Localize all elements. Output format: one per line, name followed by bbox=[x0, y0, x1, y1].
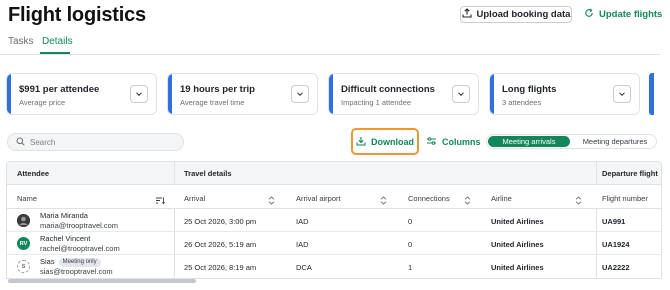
toggle-meeting-departures[interactable]: Meeting departures bbox=[574, 136, 656, 147]
column-header-name[interactable]: Name bbox=[17, 194, 37, 203]
attendee-name: Maria Miranda bbox=[40, 211, 88, 220]
attendee-name-group: Sias Meeting only bbox=[40, 257, 101, 267]
tab-bar: Tasks Details bbox=[0, 34, 660, 55]
airport-cell: IAD bbox=[296, 217, 309, 226]
column-header-airline[interactable]: Airline bbox=[491, 194, 512, 203]
column-header-arrival-airport[interactable]: Arrival airport bbox=[296, 194, 341, 203]
airline-cell: United Airlines bbox=[491, 263, 544, 272]
card-accent-bar bbox=[168, 74, 172, 114]
flight-number-cell: UA2222 bbox=[602, 263, 630, 272]
airline-cell: United Airlines bbox=[491, 240, 544, 249]
chevron-down-icon bbox=[296, 85, 304, 103]
search-box[interactable] bbox=[7, 133, 184, 151]
card-expand-button[interactable] bbox=[291, 85, 309, 103]
attendee-table: Attendee Travel details Departure flight… bbox=[6, 161, 662, 279]
search-input[interactable] bbox=[30, 137, 170, 147]
chevron-down-icon bbox=[457, 85, 465, 103]
card-expand-button[interactable] bbox=[452, 85, 470, 103]
update-flights-button[interactable]: Update flights bbox=[584, 6, 662, 23]
column-header-arrival[interactable]: Arrival bbox=[184, 194, 205, 203]
meeting-toggle: Meeting arrivals Meeting departures bbox=[486, 134, 657, 149]
group-travel-details: Travel details bbox=[184, 169, 232, 178]
card-subtitle: 3 attendees bbox=[502, 98, 542, 107]
update-button-label: Update flights bbox=[599, 9, 663, 20]
download-button[interactable]: Download bbox=[351, 128, 419, 155]
flight-number-cell: UA991 bbox=[602, 217, 626, 226]
chevron-down-icon bbox=[135, 85, 143, 103]
summary-card-connections[interactable]: Difficult connections Impacting 1 attend… bbox=[328, 73, 479, 115]
attendee-email: rachel@trooptravel.com bbox=[40, 244, 120, 253]
card-title: 19 hours per trip bbox=[180, 84, 255, 95]
arrival-cell: 25 Oct 2026, 3:00 pm bbox=[184, 217, 257, 226]
card-subtitle: Average price bbox=[19, 98, 66, 107]
chevron-down-icon bbox=[618, 85, 626, 103]
active-tab-indicator bbox=[40, 52, 70, 54]
card-title: Difficult connections bbox=[341, 84, 435, 95]
connections-cell: 1 bbox=[408, 263, 413, 272]
scrollbar-thumb[interactable] bbox=[8, 279, 196, 283]
columns-settings-icon bbox=[426, 136, 437, 148]
arrival-cell: 26 Oct 2026, 5:19 am bbox=[184, 240, 257, 249]
table-row[interactable]: Maria Miranda maria@trooptravel.com 25 O… bbox=[7, 209, 661, 232]
sort-updown-icon[interactable] bbox=[268, 192, 275, 210]
column-header-flight-number[interactable]: Flight number bbox=[602, 194, 648, 203]
summary-card-price[interactable]: $991 per attendee Average price bbox=[6, 73, 157, 115]
toggle-meeting-arrivals[interactable]: Meeting arrivals bbox=[488, 136, 570, 147]
table-row[interactable]: S Sias Meeting only sias@trooptravel.com … bbox=[7, 255, 661, 278]
flight-number-cell: UA1924 bbox=[602, 240, 630, 249]
summary-card-long-flights[interactable]: Long flights 3 attendees bbox=[489, 73, 640, 115]
upload-booking-data-button[interactable]: Upload booking data bbox=[460, 6, 572, 23]
arrival-cell: 25 Oct 2026, 8:19 am bbox=[184, 263, 257, 272]
upload-icon bbox=[461, 8, 472, 21]
connections-cell: 0 bbox=[408, 217, 413, 226]
sort-updown-icon[interactable] bbox=[380, 192, 387, 210]
card-subtitle: Impacting 1 attendee bbox=[341, 98, 412, 107]
card-accent-bar bbox=[7, 74, 11, 114]
sort-updown-icon[interactable] bbox=[575, 192, 582, 210]
card-accent-bar bbox=[329, 74, 333, 114]
airport-cell: DCA bbox=[296, 263, 312, 272]
avatar: S bbox=[17, 260, 30, 273]
card-expand-button[interactable] bbox=[613, 85, 631, 103]
download-icon bbox=[356, 136, 366, 148]
group-attendee: Attendee bbox=[17, 169, 50, 178]
next-card-accent-bar bbox=[649, 73, 654, 115]
tab-details[interactable]: Details bbox=[42, 36, 73, 47]
card-title: Long flights bbox=[502, 84, 557, 95]
avatar bbox=[17, 214, 30, 227]
table-group-header: Attendee Travel details Departure flight bbox=[7, 162, 661, 185]
attendee-email: sias@trooptravel.com bbox=[40, 267, 113, 276]
avatar: RV bbox=[17, 237, 30, 250]
table-row[interactable]: RV Rachel Vincent rachel@trooptravel.com… bbox=[7, 232, 661, 255]
card-expand-button[interactable] bbox=[130, 85, 148, 103]
columns-button[interactable]: Columns bbox=[426, 135, 481, 149]
airport-cell: IAD bbox=[296, 240, 309, 249]
connections-cell: 0 bbox=[408, 240, 413, 249]
group-departure-flight: Departure flight bbox=[602, 169, 658, 178]
column-header-connections[interactable]: Connections bbox=[408, 194, 450, 203]
sort-updown-icon[interactable] bbox=[464, 192, 471, 210]
summary-card-travel-time[interactable]: 19 hours per trip Average travel time bbox=[167, 73, 318, 115]
airline-cell: United Airlines bbox=[491, 217, 544, 226]
card-title: $991 per attendee bbox=[19, 84, 100, 95]
attendee-email: maria@trooptravel.com bbox=[40, 221, 119, 230]
sort-icon[interactable] bbox=[155, 192, 166, 210]
attendee-name: Sias bbox=[40, 257, 55, 266]
tab-tasks[interactable]: Tasks bbox=[8, 36, 34, 47]
download-button-label: Download bbox=[371, 136, 414, 147]
search-icon bbox=[16, 133, 25, 151]
table-column-header: Name Arrival Arrival airport Connections… bbox=[7, 185, 661, 209]
refresh-icon bbox=[584, 8, 594, 21]
card-accent-bar bbox=[490, 74, 494, 114]
horizontal-scrollbar[interactable] bbox=[6, 279, 662, 283]
card-subtitle: Average travel time bbox=[180, 98, 245, 107]
meeting-only-badge: Meeting only bbox=[58, 258, 101, 267]
page-title: Flight logistics bbox=[8, 4, 146, 26]
attendee-name: Rachel Vincent bbox=[40, 234, 91, 243]
columns-button-label: Columns bbox=[442, 137, 481, 147]
upload-button-label: Upload booking data bbox=[476, 9, 571, 20]
